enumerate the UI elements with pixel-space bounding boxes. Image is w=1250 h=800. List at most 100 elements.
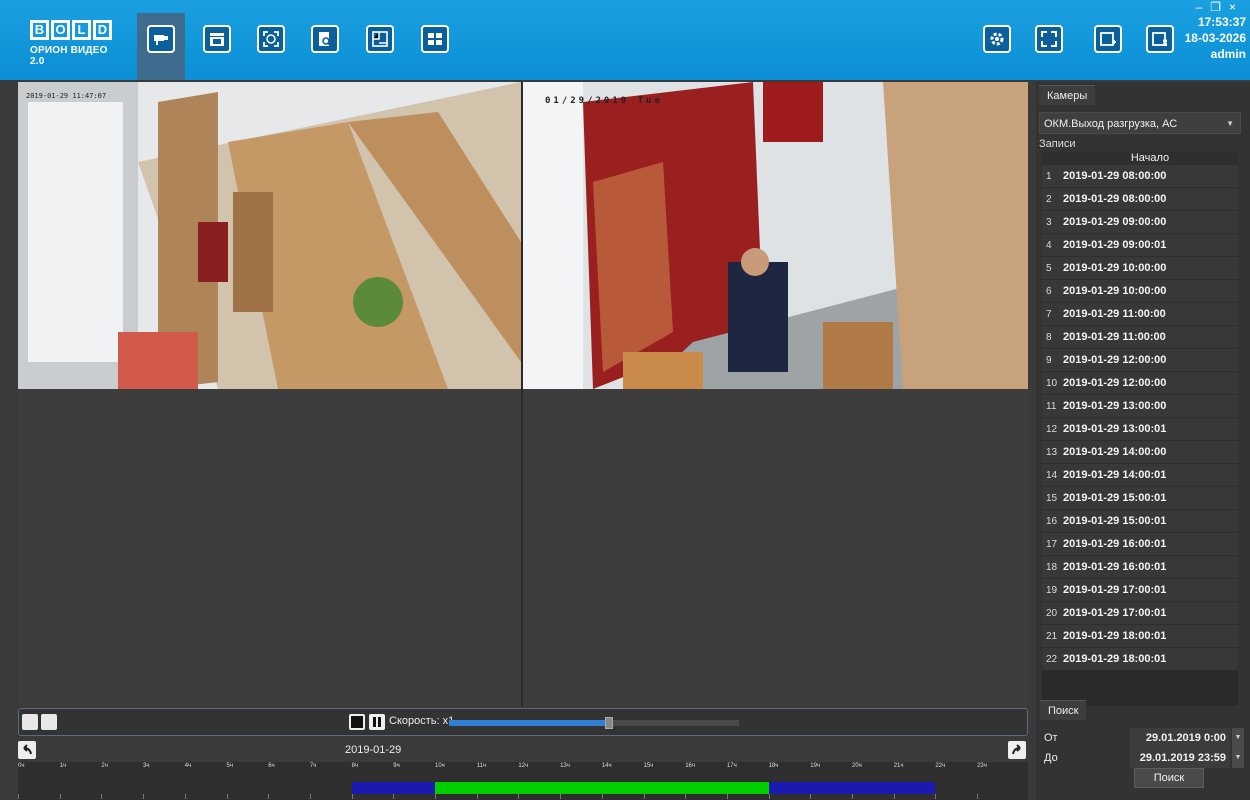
timeline-tick: [184, 794, 186, 799]
top-toolbar: BOLD ОРИОН ВИДЕО 2.0 –❐× 17:53:37 18-03-…: [0, 0, 1250, 80]
record-row[interactable]: 11 2019-01-29 13:00:00: [1042, 395, 1238, 418]
record-row[interactable]: 18 2019-01-29 16:00:01: [1042, 556, 1238, 579]
record-row[interactable]: 4 2019-01-29 09:00:01: [1042, 234, 1238, 257]
recording-segment[interactable]: [351, 782, 435, 794]
record-index: 10: [1046, 377, 1058, 389]
search-button[interactable]: Поиск: [1134, 768, 1204, 788]
timeline-tick: [518, 794, 520, 799]
minimize-button[interactable]: –: [1196, 0, 1211, 14]
timeline-tick: [685, 794, 687, 799]
record-row[interactable]: 14 2019-01-29 14:00:01: [1042, 464, 1238, 487]
save-icon[interactable]: [41, 714, 57, 730]
app-window: BOLD ОРИОН ВИДЕО 2.0 –❐× 17:53:37 18-03-…: [0, 0, 1250, 800]
from-dropdown-icon[interactable]: ▼: [1232, 728, 1244, 748]
camera-select[interactable]: ОКМ.Выход разгрузка, АС ▼: [1039, 112, 1241, 134]
record-row[interactable]: 2 2019-01-29 08:00:00: [1042, 188, 1238, 211]
record-start-time: 2019-01-29 12:00:00: [1063, 377, 1167, 389]
user-window-icon[interactable]: [1146, 25, 1174, 53]
timeline-hour-label: 0ч: [18, 763, 25, 769]
timeline-tick: [18, 794, 19, 799]
pause-icon[interactable]: [369, 714, 385, 730]
camera-view-4[interactable]: [523, 391, 1028, 706]
to-datetime-field[interactable]: 29.01.2019 23:59: [1130, 748, 1230, 768]
record-row[interactable]: 21 2019-01-29 18:00:01: [1042, 625, 1238, 648]
gear-icon[interactable]: [983, 25, 1011, 53]
window-controls[interactable]: –❐×: [1196, 0, 1244, 14]
warehouse-scene-1: [18, 82, 521, 389]
record-row[interactable]: 9 2019-01-29 12:00:00: [1042, 349, 1238, 372]
chevron-down-icon: ▼: [1226, 119, 1234, 128]
record-row[interactable]: 10 2019-01-29 12:00:00: [1042, 372, 1238, 395]
timeline-nav: 2019-01-29: [18, 740, 1028, 762]
timeline-hour-label: 17ч: [726, 763, 737, 769]
record-row[interactable]: 12 2019-01-29 13:00:01: [1042, 418, 1238, 441]
camera-view-3[interactable]: [18, 391, 521, 706]
record-index: 13: [1046, 446, 1058, 458]
speed-slider[interactable]: [449, 717, 739, 729]
record-row[interactable]: 19 2019-01-29 17:00:01: [1042, 579, 1238, 602]
camera-view-1[interactable]: 2019-01-29 11:47:07: [18, 82, 521, 389]
timeline-tick: [476, 794, 478, 799]
record-row[interactable]: 16 2019-01-29 15:00:01: [1042, 510, 1238, 533]
timeline-tick: [226, 794, 228, 799]
records-column-header[interactable]: Начало: [1042, 152, 1238, 165]
timeline-tick: [935, 794, 937, 799]
restore-button[interactable]: ❐: [1210, 0, 1229, 14]
record-row[interactable]: 8 2019-01-29 11:00:00: [1042, 326, 1238, 349]
right-panel: Камеры ОКМ.Выход разгрузка, АС ▼ Записи …: [1036, 82, 1250, 800]
record-row[interactable]: 17 2019-01-29 16:00:01: [1042, 533, 1238, 556]
back-arrow-icon[interactable]: [18, 741, 36, 759]
record-index: 6: [1046, 285, 1052, 297]
add-window-icon[interactable]: [1094, 25, 1122, 53]
recording-segment[interactable]: [435, 782, 769, 794]
camera-view-2[interactable]: 01/29/2019 Tue: [523, 82, 1028, 389]
record-start-time: 2019-01-29 14:00:01: [1063, 469, 1167, 481]
map-plan-icon[interactable]: [366, 25, 394, 53]
timeline-date: 2019-01-29: [345, 744, 402, 756]
record-index: 11: [1046, 400, 1057, 412]
record-start-time: 2019-01-29 11:00:00: [1063, 308, 1166, 320]
record-row[interactable]: 1 2019-01-29 08:00:00: [1042, 165, 1238, 188]
fullscreen-icon[interactable]: [1035, 25, 1063, 53]
camera-select-value: ОКМ.Выход разгрузка, АС: [1044, 118, 1178, 130]
tab-search[interactable]: Поиск: [1040, 700, 1087, 720]
record-row[interactable]: 13 2019-01-29 14:00:00: [1042, 441, 1238, 464]
timeline-hour-label: 5ч: [226, 763, 233, 769]
timeline-tick: [143, 794, 145, 799]
forward-arrow-icon[interactable]: [1008, 741, 1026, 759]
record-row[interactable]: 15 2019-01-29 15:00:01: [1042, 487, 1238, 510]
snapshot-icon[interactable]: [22, 714, 38, 730]
record-row[interactable]: 5 2019-01-29 10:00:00: [1042, 257, 1238, 280]
record-row[interactable]: 3 2019-01-29 09:00:00: [1042, 211, 1238, 234]
timeline-tick: [435, 794, 436, 799]
record-row[interactable]: 7 2019-01-29 11:00:00: [1042, 303, 1238, 326]
speed-slider-knob[interactable]: [604, 717, 613, 729]
clapperboard-icon[interactable]: [203, 25, 231, 53]
record-index: 12: [1046, 423, 1058, 435]
timeline-hour-label: 3ч: [143, 763, 150, 769]
recording-segment[interactable]: [768, 782, 936, 794]
timeline-tick: [977, 794, 979, 799]
document-search-icon[interactable]: [311, 25, 339, 53]
current-date: 18-03-2026: [1184, 31, 1246, 45]
record-index: 5: [1046, 262, 1052, 274]
record-row[interactable]: 6 2019-01-29 10:00:00: [1042, 280, 1238, 303]
face-recognition-icon[interactable]: [257, 25, 285, 53]
timeline-hour-label: 12ч: [518, 763, 529, 769]
stop-icon[interactable]: [349, 714, 365, 730]
to-dropdown-icon[interactable]: ▼: [1232, 748, 1244, 768]
timeline-hour-label: 8ч: [351, 763, 359, 769]
speed-slider-fill: [449, 720, 609, 726]
record-start-time: 2019-01-29 08:00:00: [1063, 170, 1167, 182]
close-button[interactable]: ×: [1229, 0, 1244, 14]
camera-icon[interactable]: [147, 25, 175, 53]
record-row[interactable]: 20 2019-01-29 17:00:01: [1042, 602, 1238, 625]
record-row[interactable]: 22 2019-01-29 18:00:01: [1042, 648, 1238, 671]
layout-grid-icon[interactable]: [421, 25, 449, 53]
speed-label: Скорость: x1: [389, 715, 455, 727]
tab-cameras[interactable]: Камеры: [1039, 85, 1096, 105]
timeline-tick: [59, 794, 61, 799]
camera-1-timestamp: 2019-01-29 11:47:07: [26, 92, 107, 100]
timeline[interactable]: 0ч 1ч 2ч 3ч 4ч 5ч 6ч 7ч 8ч 9ч 10ч 11ч 12ч 13ч 14ч 15ч 16…: [18, 762, 1028, 800]
from-datetime-field[interactable]: 29.01.2019 0:00: [1130, 728, 1230, 748]
